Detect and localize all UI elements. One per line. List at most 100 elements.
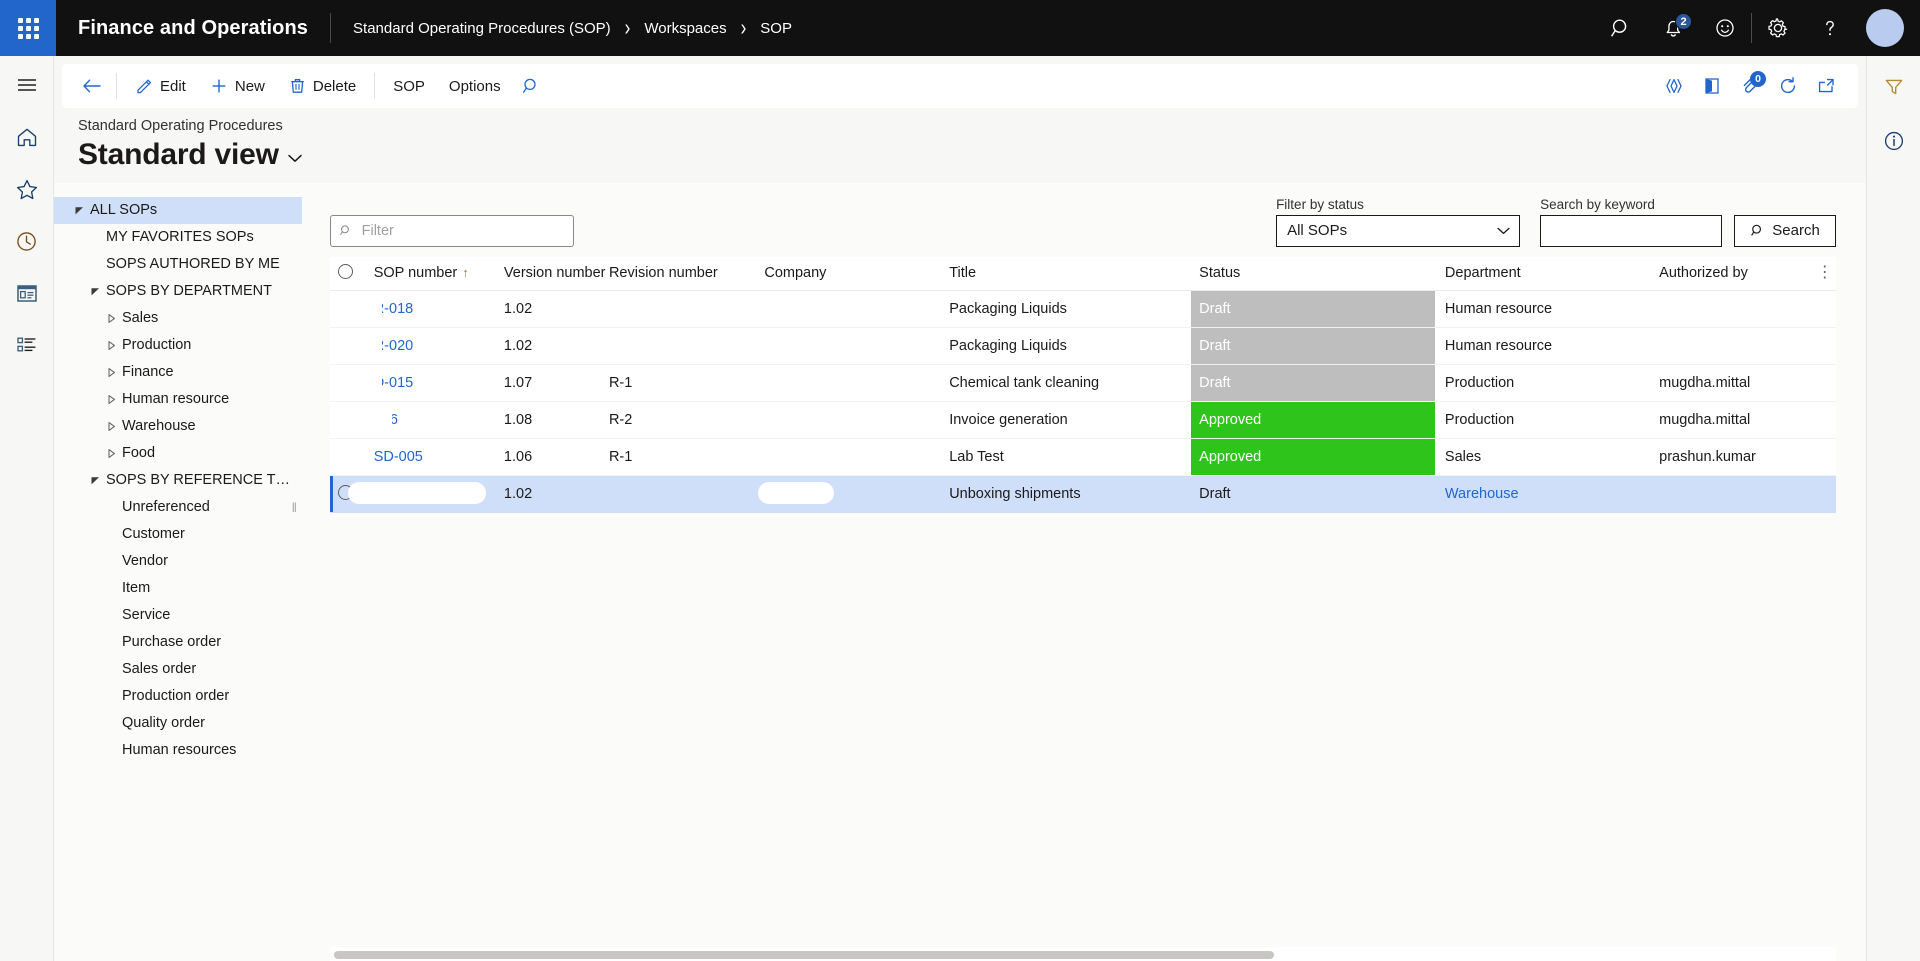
filter-funnel-icon[interactable]: [1874, 70, 1914, 104]
new-button[interactable]: New: [198, 69, 277, 103]
table-row[interactable]: 1.02 Unboxing shipments Draft Warehouse: [330, 475, 1837, 513]
tree-item-sops-authored-by-me[interactable]: SOPS AUTHORED BY ME: [54, 251, 302, 278]
tree-item-sops-by-department[interactable]: SOPS BY DEPARTMENT: [54, 278, 302, 305]
collapse-triangle-icon[interactable]: [68, 205, 90, 216]
breadcrumb-item-sop[interactable]: SOP: [760, 20, 792, 37]
expand-triangle-icon[interactable]: [100, 313, 122, 324]
cell-sop-number[interactable]: R-018: [347, 290, 496, 328]
search-button[interactable]: Search: [1734, 214, 1837, 247]
notification-bell-icon[interactable]: 2: [1647, 0, 1699, 56]
tree-item-service[interactable]: Service: [54, 602, 302, 629]
keyword-search-field[interactable]: [1540, 214, 1723, 247]
smiley-feedback-icon[interactable]: [1699, 0, 1751, 56]
tree-item-finance[interactable]: Finance: [54, 359, 302, 386]
info-circle-icon[interactable]: [1874, 124, 1914, 158]
expand-triangle-icon[interactable]: [100, 394, 122, 405]
question-mark-help-icon[interactable]: [1804, 0, 1856, 56]
back-arrow-icon[interactable]: [74, 69, 110, 103]
cell-department[interactable]: Warehouse: [1436, 475, 1652, 513]
power-apps-icon[interactable]: [1656, 69, 1692, 103]
open-in-new-window-icon[interactable]: [1808, 69, 1844, 103]
tree-item-human-resource[interactable]: Human resource: [54, 386, 302, 413]
col-header-department[interactable]: Department: [1436, 256, 1652, 291]
cell-sop-number[interactable]: R-020: [347, 327, 496, 365]
quick-filter-input[interactable]: [359, 221, 565, 240]
search-icon[interactable]: [1595, 0, 1647, 56]
modules-list-icon[interactable]: [7, 328, 47, 362]
expand-triangle-icon[interactable]: [100, 448, 122, 459]
tree-item-production[interactable]: Production: [54, 332, 302, 359]
collapse-triangle-icon[interactable]: [84, 286, 106, 297]
select-all-cell[interactable]: [330, 256, 366, 291]
quick-filter[interactable]: [330, 214, 574, 247]
attachment-icon[interactable]: 0: [1732, 69, 1768, 103]
cell-sop-number[interactable]: 016: [347, 401, 496, 439]
table-row[interactable]: 0161.08R-2 Invoice generationApprovedProd…: [330, 401, 1837, 439]
expand-triangle-icon[interactable]: [100, 367, 122, 378]
tree-item-vendor[interactable]: Vendor: [54, 548, 302, 575]
edit-button[interactable]: Edit: [123, 69, 198, 103]
options-tab-button[interactable]: Options: [437, 69, 513, 103]
sop-number-link[interactable]: SD-005: [374, 449, 423, 465]
hamburger-icon[interactable]: [7, 68, 47, 102]
cell-sop-number[interactable]: D-015: [347, 364, 496, 402]
delete-button[interactable]: Delete: [277, 69, 368, 103]
col-header-company[interactable]: Company: [756, 256, 942, 291]
toolbar-search-icon[interactable]: [513, 69, 549, 103]
tree-item-food[interactable]: Food: [54, 440, 302, 467]
app-launcher-icon[interactable]: [0, 0, 56, 56]
keyword-search-input[interactable]: [1541, 215, 1722, 246]
tree-item-production-order[interactable]: Production order: [54, 683, 302, 710]
home-icon[interactable]: [7, 120, 47, 154]
panel-splitter-handle[interactable]: ‖: [292, 500, 297, 515]
new-button-label: New: [234, 77, 265, 95]
tree-item-sales-order[interactable]: Sales order: [54, 656, 302, 683]
grid-horizontal-scrollbar[interactable]: [330, 947, 1837, 961]
table-row[interactable]: SD-005 1.06 R-1 Lab Test Approved Sales prashu…: [330, 438, 1837, 476]
tree-item-unreferenced[interactable]: Unreferenced ‖: [54, 494, 302, 521]
sop-tab-button[interactable]: SOP: [381, 69, 437, 103]
office-open-icon[interactable]: [1694, 69, 1730, 103]
avatar[interactable]: [1866, 9, 1904, 47]
tree-item-sops-by-reference-type[interactable]: SOPS BY REFERENCE TYPE: [54, 467, 302, 494]
tree-item-all-sops[interactable]: ALL SOPs: [54, 196, 302, 224]
col-header-status[interactable]: Status: [1191, 256, 1437, 291]
star-icon[interactable]: [7, 172, 47, 206]
department-link[interactable]: Warehouse: [1445, 486, 1519, 502]
tree-item-quality-order[interactable]: Quality order: [54, 710, 302, 737]
cell-sop-number[interactable]: SD-005: [347, 438, 496, 476]
page-caption: Standard Operating Procedures: [78, 118, 283, 134]
tree-item-warehouse[interactable]: Warehouse: [54, 413, 302, 440]
col-header-sop-number[interactable]: SOP number ↑: [365, 256, 496, 291]
tree-item-sales[interactable]: Sales: [54, 305, 302, 332]
table-row[interactable]: R-020 1.02 Packaging Liquids Draft Human res…: [330, 327, 1837, 365]
tree-item-item[interactable]: Item: [54, 575, 302, 602]
refresh-icon[interactable]: [1770, 69, 1806, 103]
cell-sop-number[interactable]: [347, 475, 496, 513]
col-header-revision-number[interactable]: Revision number: [600, 256, 757, 291]
tree-item-purchase-order[interactable]: Purchase order: [54, 629, 302, 656]
gear-icon[interactable]: [1752, 0, 1804, 56]
col-header-options[interactable]: ⋮: [1808, 256, 1837, 291]
chevron-down-icon[interactable]: [287, 147, 303, 164]
scrollbar-thumb[interactable]: [334, 951, 1274, 959]
expand-triangle-icon[interactable]: [100, 421, 122, 432]
col-header-authorized-by[interactable]: Authorized by: [1651, 256, 1809, 291]
status-filter-select[interactable]: All SOPs: [1276, 214, 1521, 247]
tree-item-human-resources[interactable]: Human resources: [54, 737, 302, 764]
view-selector-row: Standard view: [78, 138, 1866, 173]
select-all-circle[interactable]: [338, 263, 353, 279]
table-row[interactable]: D-015 1.07 R-1 Chemical tank cleaning Draft P…: [330, 364, 1837, 402]
more-options-icon[interactable]: ⋮: [1817, 264, 1833, 281]
expand-triangle-icon[interactable]: [100, 340, 122, 351]
tree-item-my-favorites-sops[interactable]: MY FAVORITES SOPs: [54, 224, 302, 251]
tree-item-customer[interactable]: Customer: [54, 521, 302, 548]
col-header-version-number[interactable]: Version number: [495, 256, 605, 291]
col-header-title[interactable]: Title: [941, 256, 1192, 291]
collapse-triangle-icon[interactable]: [84, 475, 106, 486]
table-row[interactable]: R-018 1.02 Packaging Liquids Draft Human res…: [330, 290, 1837, 328]
breadcrumb-item-sop-full[interactable]: Standard Operating Procedures (SOP): [353, 20, 611, 37]
breadcrumb-item-workspaces[interactable]: Workspaces: [644, 20, 726, 37]
workspace-icon[interactable]: [7, 276, 47, 310]
clock-icon[interactable]: [7, 224, 47, 258]
